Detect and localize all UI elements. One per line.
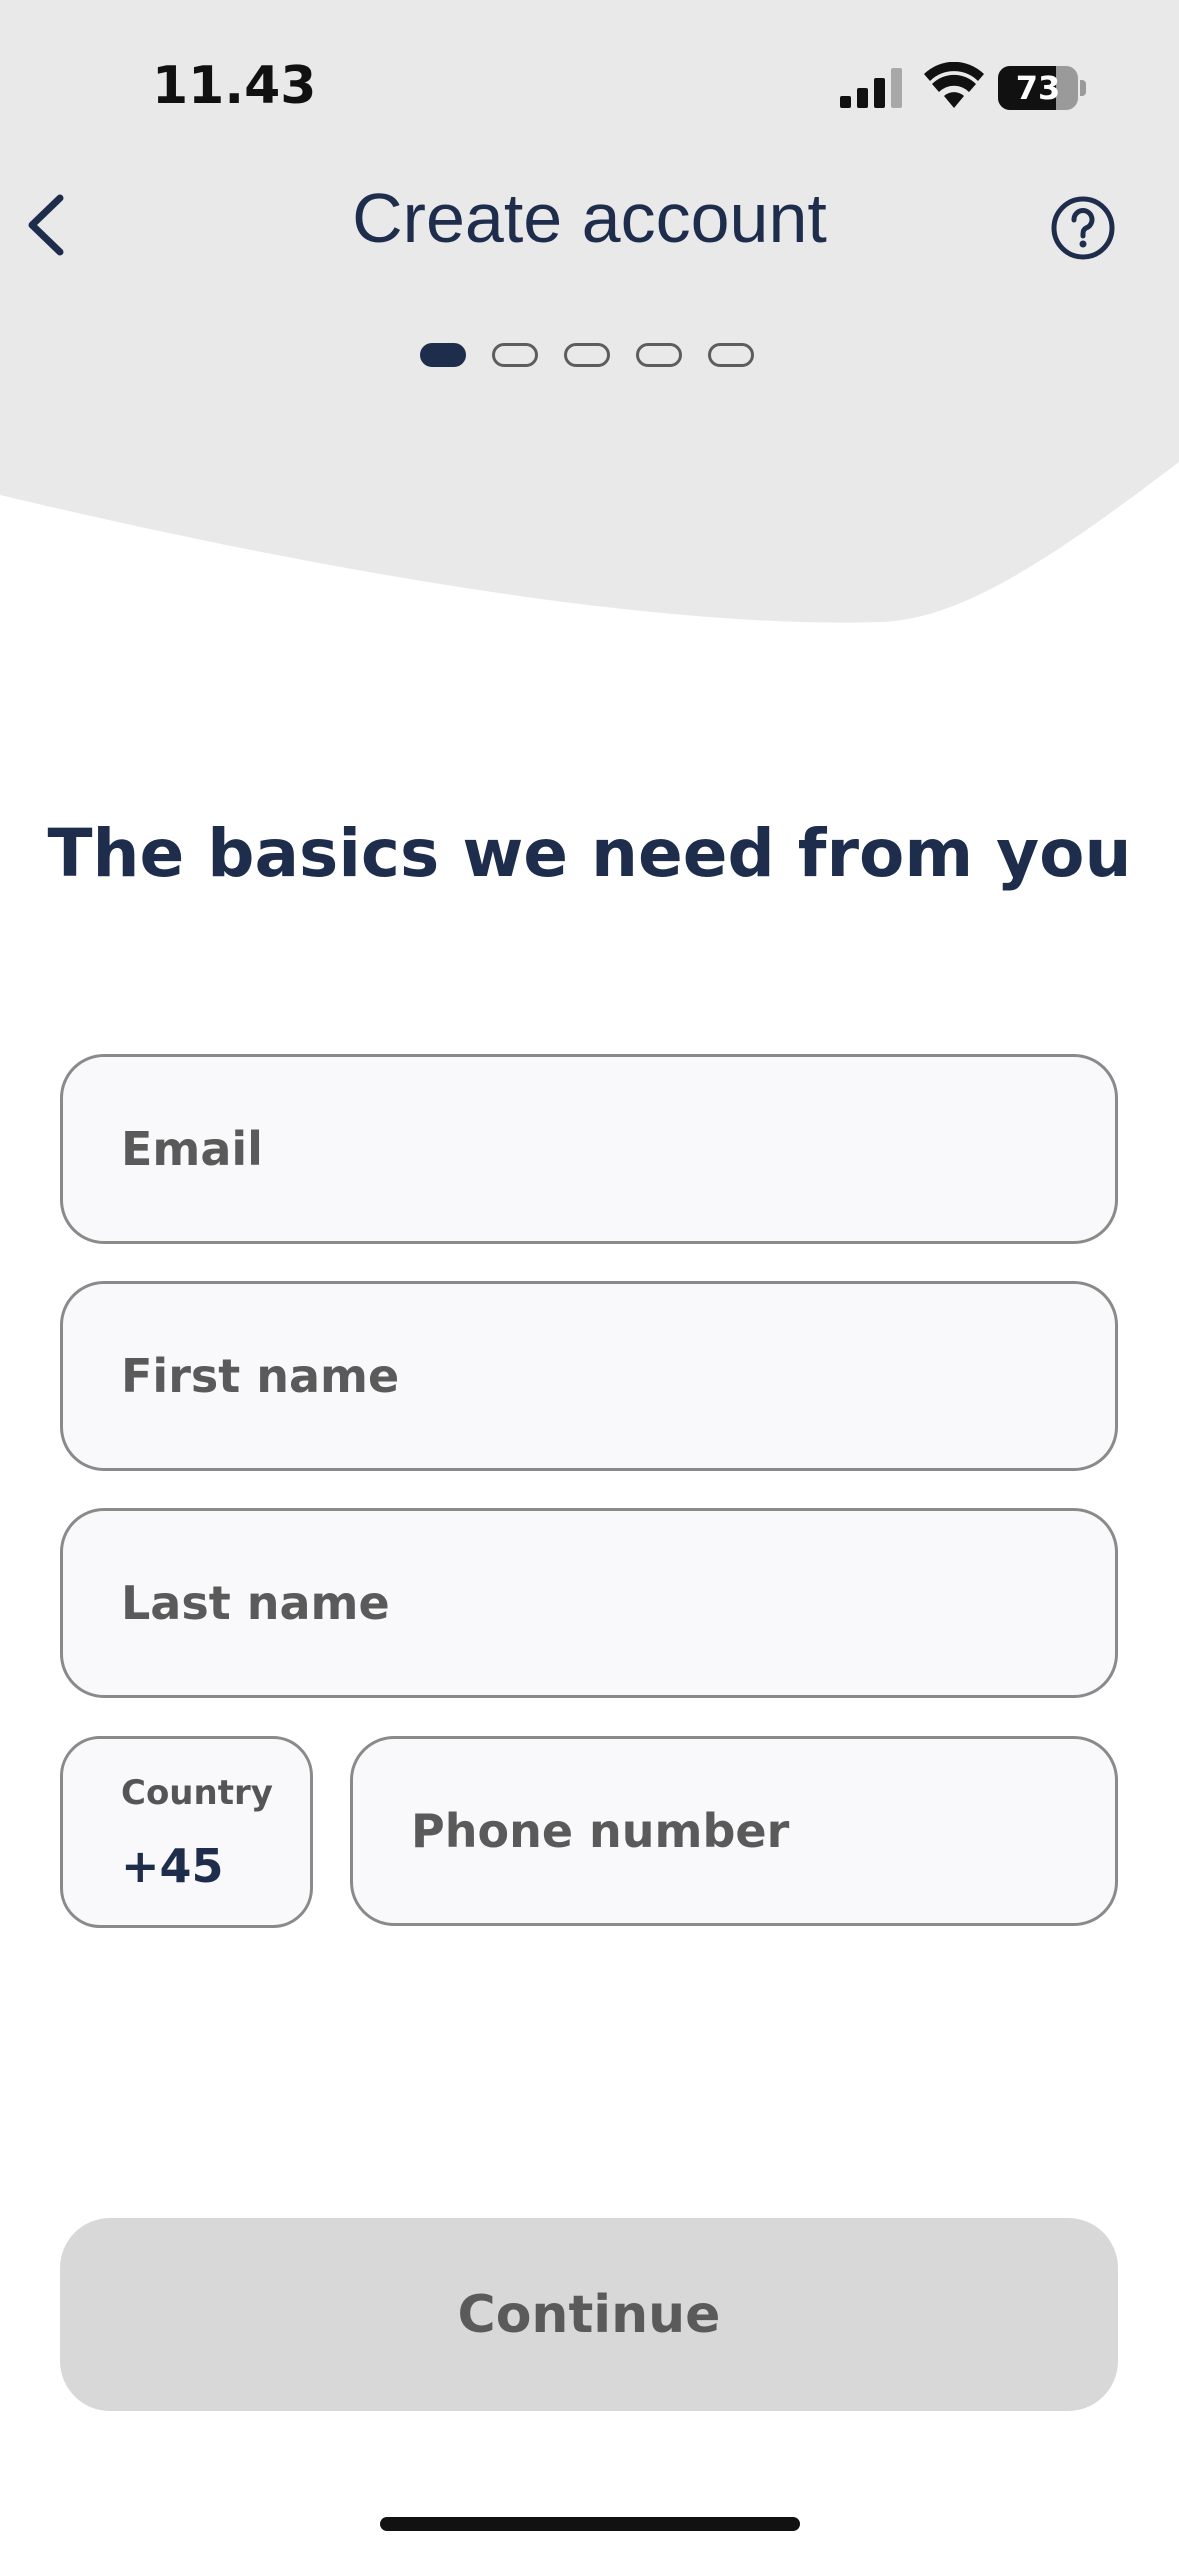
wifi-icon [924, 62, 984, 108]
progress-dot [708, 343, 754, 367]
phone-number-input[interactable] [353, 1739, 1115, 1923]
country-label: Country [121, 1773, 273, 1813]
battery-icon: 73 [998, 66, 1086, 110]
progress-dot [636, 343, 682, 367]
form-heading: The basics we need from you [47, 815, 1132, 892]
question-circle-icon [1051, 196, 1115, 260]
country-code-selector[interactable]: Country +45 [60, 1736, 313, 1928]
continue-button[interactable]: Continue [60, 2218, 1118, 2411]
cellular-signal-icon [840, 68, 902, 108]
email-input[interactable] [63, 1057, 1115, 1241]
progress-dot [564, 343, 610, 367]
first-name-field-container [60, 1281, 1118, 1471]
progress-dot [420, 343, 466, 367]
create-account-screen: 11.43 73 Create account The basics we ne… [0, 0, 1179, 2556]
step-progress-indicator [420, 343, 754, 367]
page-title: Create account [352, 179, 827, 257]
phone-field-container [350, 1736, 1118, 1926]
status-icons: 73 [840, 62, 1100, 114]
progress-dot [492, 343, 538, 367]
help-button[interactable] [1050, 195, 1116, 261]
email-field-container [60, 1054, 1118, 1244]
home-indicator [380, 2517, 800, 2531]
last-name-input[interactable] [63, 1511, 1115, 1695]
first-name-input[interactable] [63, 1284, 1115, 1468]
battery-level: 73 [1015, 69, 1061, 107]
status-time: 11.43 [152, 56, 317, 116]
country-code-value: +45 [121, 1839, 224, 1893]
last-name-field-container [60, 1508, 1118, 1698]
